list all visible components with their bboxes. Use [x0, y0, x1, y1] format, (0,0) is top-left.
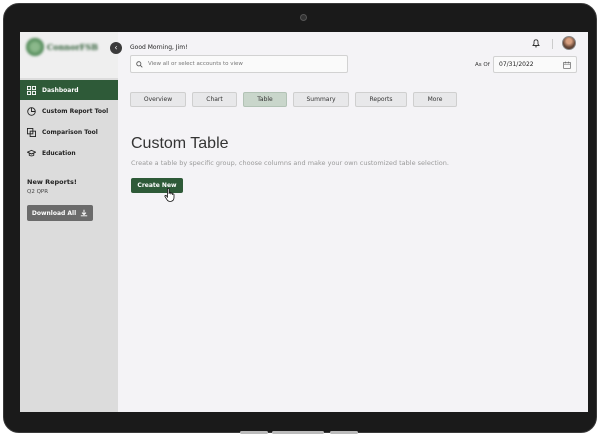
sidebar-item-label: Custom Report Tool: [42, 107, 109, 115]
device-button: [272, 431, 324, 434]
graduation-cap-icon: [27, 149, 36, 158]
top-header: Good Morning, Jim! As Of 07/31/2022: [118, 32, 588, 78]
download-all-label: Download All: [31, 209, 77, 217]
download-all-button[interactable]: Download All: [27, 205, 93, 221]
device-button: [240, 431, 268, 434]
sidebar-item-custom-report-tool[interactable]: Custom Report Tool: [20, 101, 118, 121]
download-icon: [80, 209, 88, 217]
tablet-frame: ConnorFSB Dashboard Custom Report Tool C…: [3, 3, 597, 434]
avatar[interactable]: [562, 36, 576, 50]
camera: [300, 14, 307, 21]
sidebar-item-education[interactable]: Education: [20, 143, 118, 163]
page-subtitle: Create a table by specific group, choose…: [131, 159, 449, 167]
hand-pointer-icon: [164, 188, 175, 202]
sidebar-item-label: Dashboard: [42, 86, 79, 94]
bell-icon[interactable]: [531, 38, 541, 48]
brand-logo[interactable]: ConnorFSB: [26, 36, 98, 58]
tab-reports[interactable]: Reports: [355, 92, 407, 107]
search-input[interactable]: [148, 61, 338, 67]
search-icon: [136, 60, 143, 68]
tab-summary[interactable]: Summary: [293, 92, 349, 107]
new-reports-subtitle: Q2 QPR: [27, 189, 49, 195]
sidebar-item-label: Education: [42, 149, 76, 157]
sidebar-item-dashboard[interactable]: Dashboard: [20, 80, 118, 100]
logo-text: ConnorFSB: [46, 42, 98, 52]
calendar-icon[interactable]: [563, 61, 571, 69]
header-divider: [552, 39, 553, 49]
date-value: 07/31/2022: [499, 61, 534, 68]
tab-more[interactable]: More: [413, 92, 457, 107]
page-title: Custom Table: [131, 135, 229, 152]
account-search[interactable]: [130, 55, 348, 73]
app-screen: ConnorFSB Dashboard Custom Report Tool C…: [20, 32, 588, 412]
tab-overview[interactable]: Overview: [130, 92, 186, 107]
sidebar-item-label: Comparison Tool: [42, 128, 98, 136]
pie-chart-icon: [27, 106, 36, 116]
tab-chart[interactable]: Chart: [192, 92, 237, 107]
tab-table[interactable]: Table: [243, 92, 287, 107]
compare-icon: [27, 127, 36, 137]
sidebar-item-comparison-tool[interactable]: Comparison Tool: [20, 122, 118, 142]
dashboard-icon: [27, 85, 36, 95]
as-of-date-field[interactable]: 07/31/2022: [493, 56, 577, 73]
new-reports-title: New Reports!: [27, 178, 77, 186]
greeting-text: Good Morning, Jim!: [130, 44, 188, 51]
device-button: [330, 431, 358, 434]
view-tabs: Overview Chart Table Summary Reports Mor…: [130, 92, 457, 107]
chevron-left-icon: ‹: [114, 43, 118, 52]
sidebar: ConnorFSB Dashboard Custom Report Tool C…: [20, 32, 118, 412]
sidebar-nav: Dashboard Custom Report Tool Comparison …: [20, 80, 118, 164]
as-of-label: As Of: [475, 62, 490, 68]
sidebar-header: ConnorFSB: [20, 32, 118, 78]
collapse-sidebar-button[interactable]: ‹: [110, 42, 122, 54]
logo-mark-icon: [26, 38, 44, 56]
